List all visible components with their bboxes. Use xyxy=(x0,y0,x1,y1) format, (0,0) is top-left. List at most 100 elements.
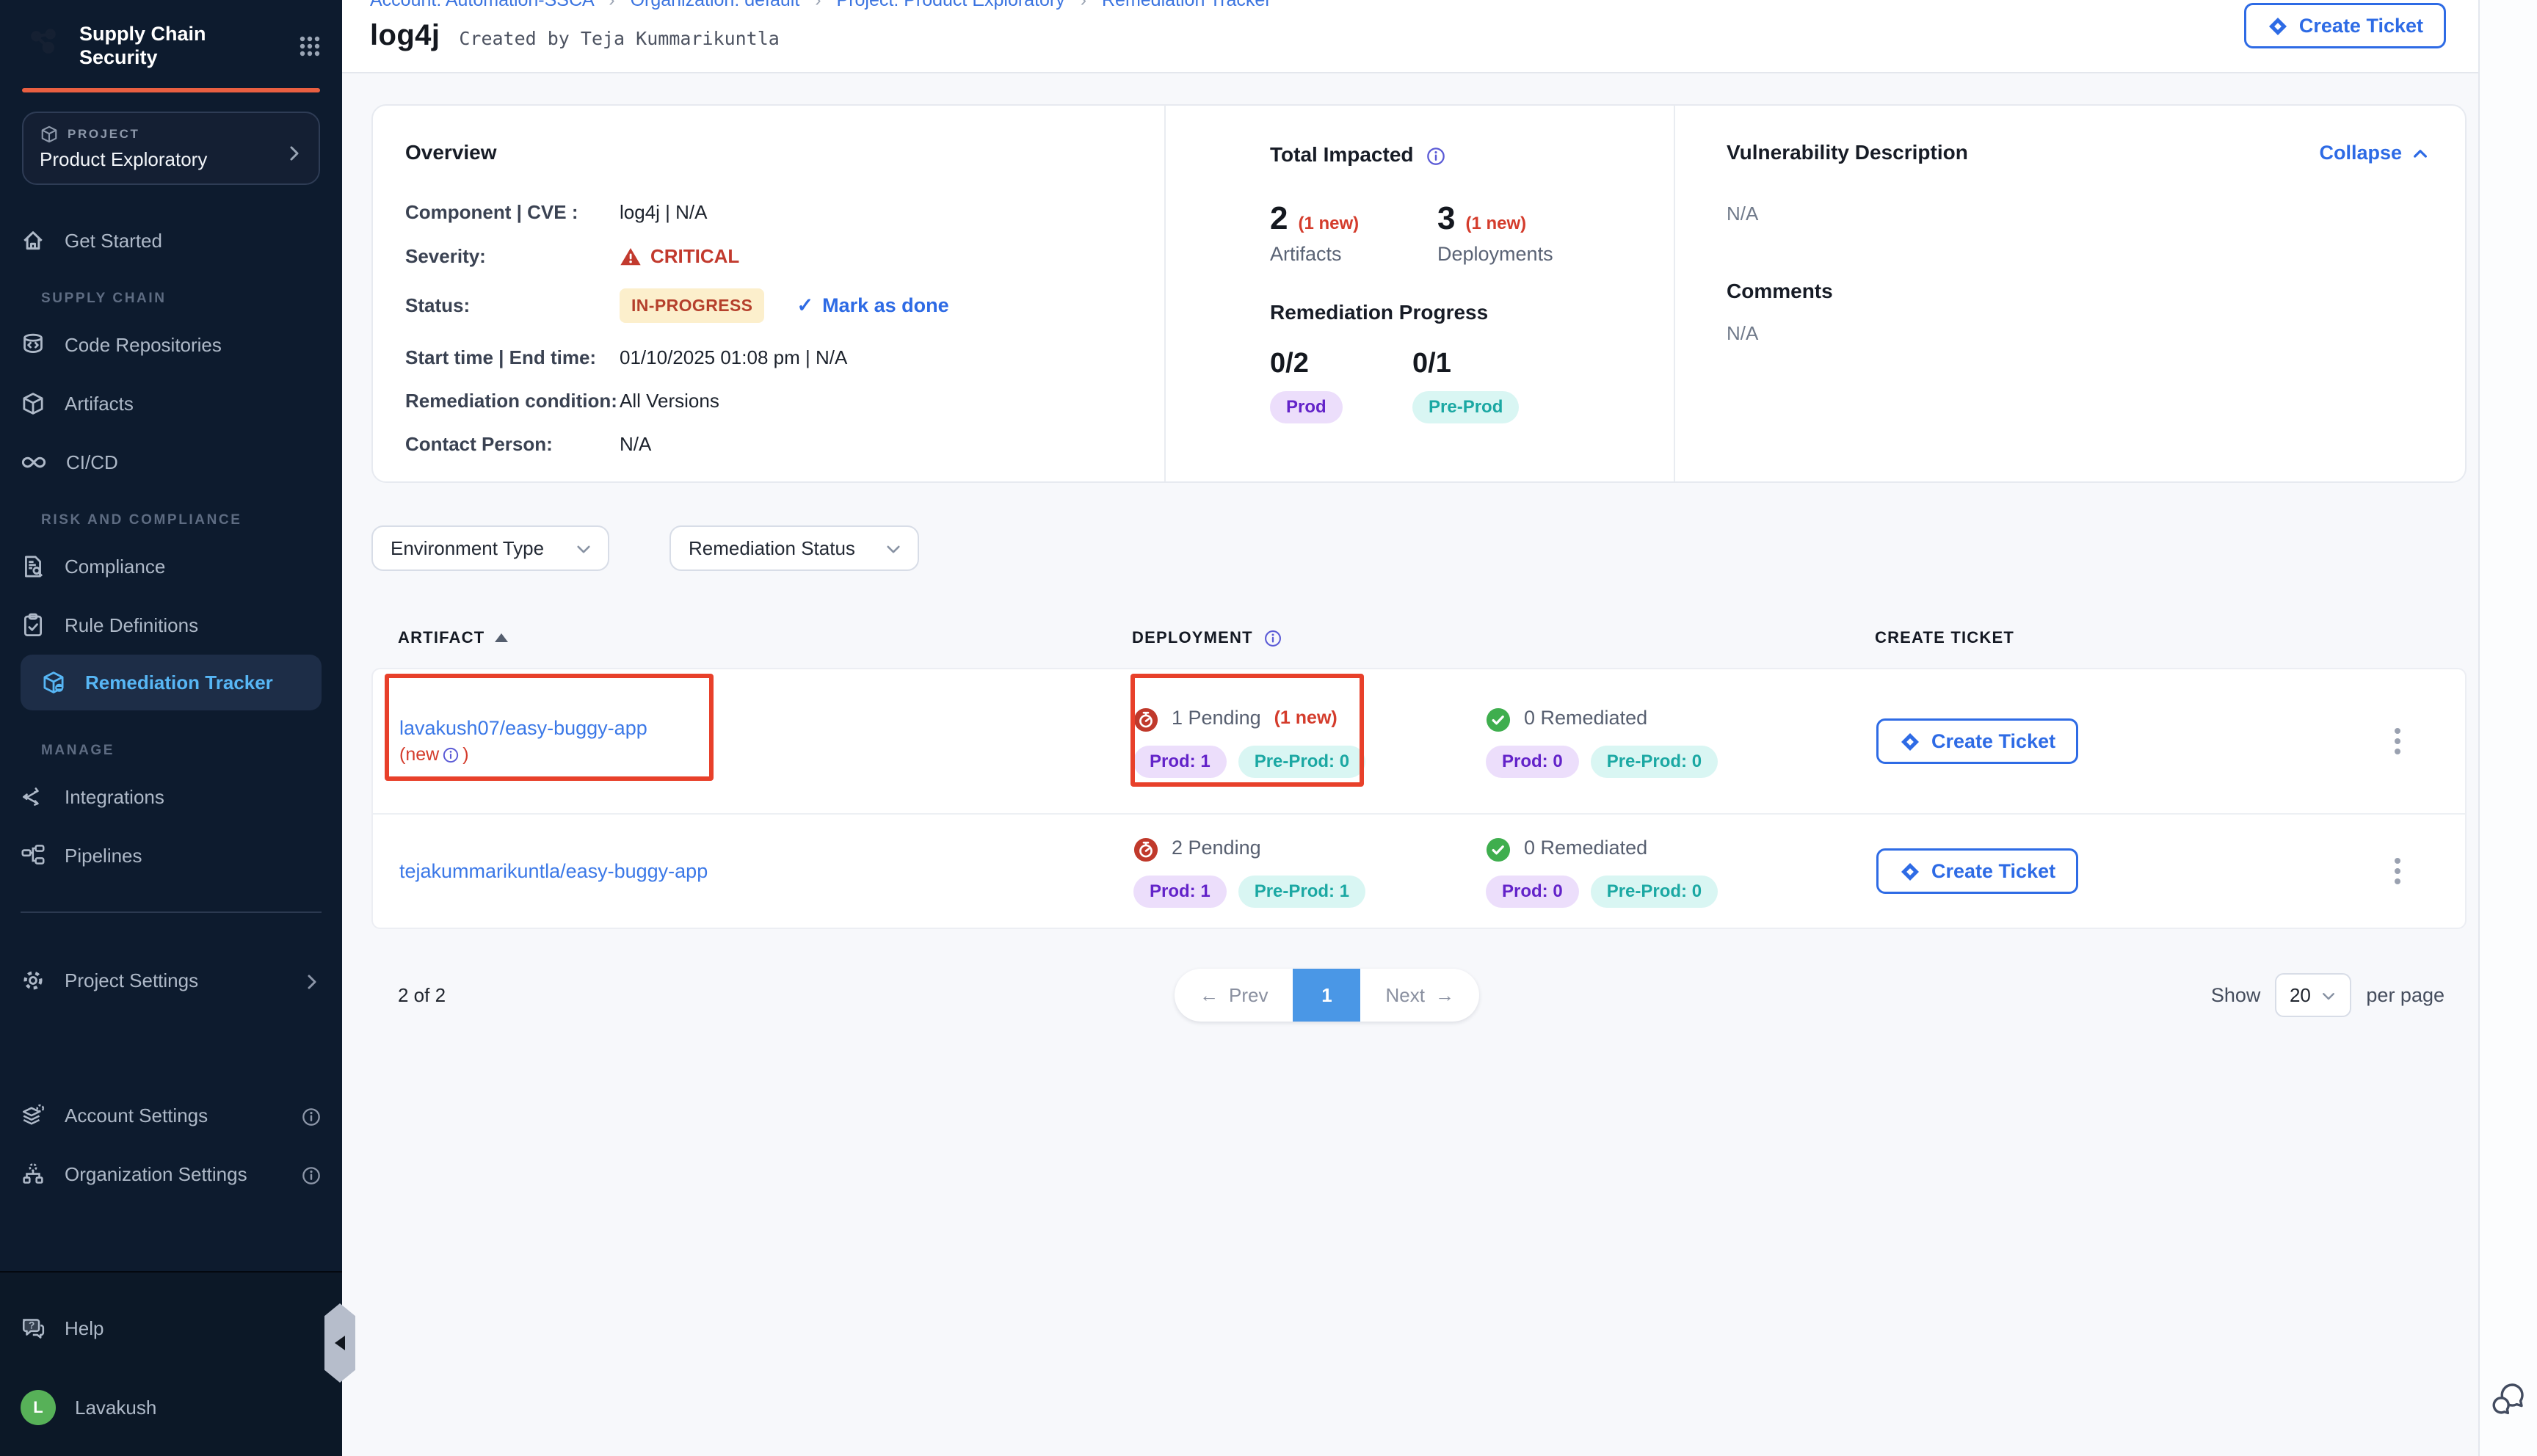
sidebar-item-project-settings[interactable]: Project Settings xyxy=(0,951,342,1010)
package-icon xyxy=(21,391,46,416)
vulnerability-description-value: N/A xyxy=(1727,203,2430,225)
next-page-button[interactable]: Next → xyxy=(1360,969,1478,1022)
sidebar-item-cicd[interactable]: CI/CD xyxy=(0,433,342,492)
breadcrumb-remediation-tracker[interactable]: Remediation Tracker xyxy=(1102,0,1271,10)
breadcrumb-separator: › xyxy=(815,0,821,10)
home-icon xyxy=(21,228,46,253)
deployments-new-count: (1 new) xyxy=(1465,214,1526,234)
supply-chain-security-logo-icon xyxy=(21,19,66,69)
deployment-pending-cell: 2 Pending Prod: 1 Pre-Prod: 1 xyxy=(1133,834,1486,908)
breadcrumb-account[interactable]: Account: Automation-SSCA xyxy=(370,0,593,10)
module-switcher-icon[interactable] xyxy=(298,31,322,58)
start-end-time-value: 01/10/2025 01:08 pm | N/A xyxy=(620,346,847,369)
overview-card: Overview Component | CVE : log4j | N/A S… xyxy=(371,104,2467,483)
info-icon[interactable] xyxy=(301,1104,322,1126)
artifact-link[interactable]: lavakush07/easy-buggy-app xyxy=(399,715,1133,741)
remediation-tracker-icon xyxy=(41,670,66,695)
project-eyebrow-label: PROJECT xyxy=(68,127,140,142)
project-cube-icon xyxy=(40,125,59,144)
mark-as-done-link[interactable]: ✓ Mark as done xyxy=(796,294,948,317)
page-number-current[interactable]: 1 xyxy=(1293,969,1360,1022)
collapse-link[interactable]: Collapse xyxy=(2319,142,2430,164)
page-subtitle: Created by Teja Kummarikuntla xyxy=(459,28,780,49)
sidebar-collapse-handle[interactable] xyxy=(324,1303,355,1383)
breadcrumb-organization[interactable]: Organization: default xyxy=(631,0,800,10)
user-menu[interactable]: L Lavakush xyxy=(0,1378,342,1437)
start-end-time-label: Start time | End time: xyxy=(405,346,620,369)
sidebar-item-pipelines[interactable]: Pipelines xyxy=(0,826,342,885)
breadcrumb-project[interactable]: Project: Product Exploratory xyxy=(837,0,1065,10)
layers-gear-icon xyxy=(21,1103,46,1128)
chevron-down-icon xyxy=(2320,984,2337,1007)
deployment-remediated-cell: 0 Remediated Prod: 0 Pre-Prod: 0 xyxy=(1486,834,1876,908)
brand-title: Supply Chain Security xyxy=(79,22,298,69)
sidebar-item-get-started[interactable]: Get Started xyxy=(0,211,342,270)
remediation-status-filter[interactable]: Remediation Status xyxy=(669,525,919,571)
column-header-artifact[interactable]: ARTIFACT xyxy=(398,628,1132,647)
sidebar-item-integrations[interactable]: Integrations xyxy=(0,768,342,826)
severity-label: Severity: xyxy=(405,245,620,268)
contact-person-value: N/A xyxy=(620,433,651,456)
row-menu-kebab-icon[interactable] xyxy=(2376,849,2420,893)
main-area: Account: Automation-SSCA › Organization:… xyxy=(342,0,2537,1456)
component-cve-label: Component | CVE : xyxy=(405,201,620,224)
total-impacted-heading: Total Impacted xyxy=(1270,143,1414,167)
status-badge: IN-PROGRESS xyxy=(620,288,764,323)
sidebar-item-rule-definitions[interactable]: Rule Definitions xyxy=(0,596,342,655)
pending-icon xyxy=(1133,705,1158,732)
row-menu-kebab-icon[interactable] xyxy=(2376,719,2420,763)
sidebar-item-artifacts[interactable]: Artifacts xyxy=(0,374,342,433)
artifact-link[interactable]: tejakummarikuntla/easy-buggy-app xyxy=(399,858,1133,884)
create-ticket-button[interactable]: Create Ticket xyxy=(2244,3,2446,48)
sidebar-item-remediation-tracker[interactable]: Remediation Tracker xyxy=(21,655,322,710)
show-label: Show xyxy=(2211,984,2261,1007)
status-label: Status: xyxy=(405,294,620,317)
sidebar-item-account-settings[interactable]: Account Settings xyxy=(0,1086,342,1145)
prod-count-badge: Prod: 0 xyxy=(1486,876,1579,908)
prev-page-button[interactable]: ← Prev xyxy=(1175,969,1293,1022)
sidebar-item-help[interactable]: Help xyxy=(0,1299,342,1358)
column-header-deployment: DEPLOYMENT xyxy=(1132,627,1484,647)
per-page-label: per page xyxy=(2366,984,2445,1007)
breadcrumb: Account: Automation-SSCA › Organization:… xyxy=(370,0,1271,11)
prod-count-badge: Prod: 0 xyxy=(1486,746,1579,778)
overview-column: Overview Component | CVE : log4j | N/A S… xyxy=(373,106,1166,481)
sidebar-item-organization-settings[interactable]: Organization Settings xyxy=(0,1145,342,1204)
info-icon[interactable] xyxy=(1263,627,1282,647)
pager: ← Prev 1 Next → xyxy=(1175,969,1479,1022)
info-icon[interactable] xyxy=(1426,141,1446,168)
support-chat-icon[interactable] xyxy=(2489,1380,2527,1418)
sidebar-item-code-repositories[interactable]: Code Repositories xyxy=(0,316,342,374)
share-icon xyxy=(21,785,46,809)
chevron-down-icon xyxy=(884,537,903,560)
environment-type-filter[interactable]: Environment Type xyxy=(371,525,609,571)
table-row: tejakummarikuntla/easy-buggy-app 2 Pendi… xyxy=(373,813,2465,928)
info-icon[interactable] xyxy=(442,741,460,768)
info-icon[interactable] xyxy=(301,1162,322,1185)
artifact-cell: lavakush07/easy-buggy-app (new ) xyxy=(399,715,1133,768)
impacted-deployments-stat: 3 (1 new) Deployments xyxy=(1437,200,1605,266)
content: Overview Component | CVE : log4j | N/A S… xyxy=(342,73,2478,1456)
sidebar-item-compliance[interactable]: Compliance xyxy=(0,537,342,596)
scroll-gutter[interactable] xyxy=(2478,0,2537,1456)
project-name: Product Exploratory xyxy=(40,148,304,171)
column-header-create-ticket: CREATE TICKET xyxy=(1875,628,2315,647)
prod-count-badge: Prod: 1 xyxy=(1133,876,1227,908)
document-search-icon xyxy=(21,554,46,579)
breadcrumb-separator: › xyxy=(1081,0,1086,10)
prod-progress: 0/2 Prod xyxy=(1270,348,1412,423)
create-ticket-button[interactable]: Create Ticket xyxy=(1876,718,2078,764)
overview-heading: Overview xyxy=(405,141,1164,164)
diamond-icon xyxy=(2267,14,2289,37)
chevron-right-icon xyxy=(285,138,304,165)
create-ticket-button[interactable]: Create Ticket xyxy=(1876,848,2078,894)
page-size-select[interactable]: 20 xyxy=(2275,973,2351,1017)
deployment-remediated-cell: 0 Remediated Prod: 0 Pre-Prod: 0 xyxy=(1486,705,1876,778)
severity-value: CRITICAL xyxy=(650,245,739,268)
artifacts-count: 2 xyxy=(1270,200,1288,237)
project-selector[interactable]: PROJECT Product Exploratory xyxy=(22,112,320,185)
component-cve-value: log4j | N/A xyxy=(620,201,707,224)
help-chat-icon xyxy=(21,1316,46,1341)
infinity-icon xyxy=(21,449,47,476)
table-row: lavakush07/easy-buggy-app (new ) 1 Pendi… xyxy=(373,669,2465,813)
